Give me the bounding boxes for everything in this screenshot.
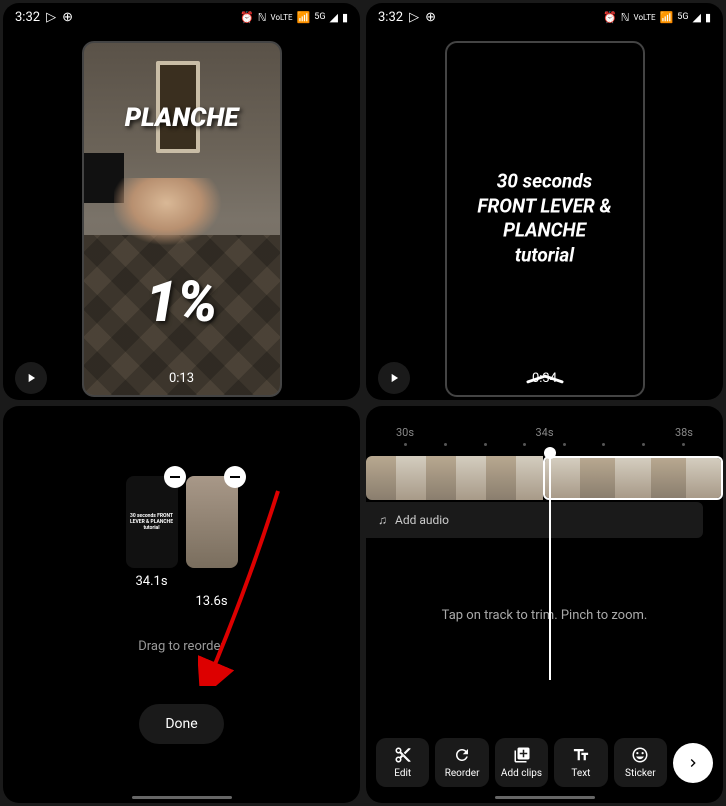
5g-icon: 5G	[314, 12, 325, 22]
battery-icon: ▮	[705, 11, 711, 24]
home-indicator[interactable]	[495, 796, 595, 799]
preview-container: 30 seconds FRONT LEVER & PLANCHE tutoria…	[366, 31, 723, 400]
status-bar: 3:32 ▷ ⊕ ⏰ ℕ VoLTE 📶 5G ◢ ▮	[3, 3, 360, 31]
tutorial-title-overlay: 30 seconds FRONT LEVER & PLANCHE tutoria…	[447, 170, 643, 269]
text-icon	[572, 746, 590, 764]
nfc-icon: ℕ	[258, 11, 267, 24]
tool-label: Text	[571, 768, 590, 779]
download-icon: ⊕	[425, 10, 436, 25]
reorder-hint: Drag to reorder	[138, 639, 225, 654]
tool-label: Reorder	[445, 768, 480, 779]
toolbar: Edit Reorder Add clips Text Sticker	[366, 738, 723, 787]
video-title-overlay: PLANCHE	[84, 103, 280, 133]
play-store-icon: ▷	[409, 10, 419, 25]
ruler-mark: 30s	[396, 426, 414, 439]
ruler-mark: 38s	[675, 426, 693, 439]
reload-icon	[453, 746, 471, 764]
clip-thumbnail: 30 seconds FRONT LEVER & PLANCHE tutoria…	[126, 476, 178, 568]
preview-container: PLANCHE 1%	[3, 31, 360, 400]
volte-icon: VoLTE	[271, 13, 293, 22]
download-icon: ⊕	[62, 10, 73, 25]
add-audio-button[interactable]: ♫ Add audio	[366, 502, 703, 538]
status-time: 3:32	[15, 10, 40, 25]
status-bar: 3:32 ▷ ⊕ ⏰ ℕ VoLTE 📶 5G ◢ ▮	[366, 3, 723, 31]
clip-item[interactable]: 30 seconds FRONT LEVER & PLANCHE tutoria…	[126, 476, 178, 589]
status-time: 3:32	[378, 10, 403, 25]
remove-clip-button[interactable]	[224, 466, 246, 488]
tool-label: Edit	[394, 768, 411, 779]
edit-button[interactable]: Edit	[376, 738, 429, 787]
scene-person	[114, 178, 264, 278]
signal2-icon: ◢	[329, 11, 337, 24]
playback-bar: 0:13	[3, 362, 360, 394]
track-clip-1[interactable]	[366, 456, 543, 500]
signal-icon: 📶	[297, 11, 311, 24]
home-indicator[interactable]	[132, 796, 232, 799]
reorder-button[interactable]: Reorder	[435, 738, 488, 787]
5g-icon: 5G	[677, 12, 688, 22]
tool-label: Add clips	[501, 768, 542, 779]
signal2-icon: ◢	[692, 11, 700, 24]
play-button[interactable]	[378, 362, 410, 394]
battery-icon: ▮	[342, 11, 348, 24]
alarm-icon: ⏰	[240, 11, 254, 24]
done-button[interactable]: Done	[139, 704, 223, 744]
ruler-mark: 34s	[535, 426, 553, 439]
ruler-ticks	[366, 443, 723, 446]
playback-bar: 0:34	[366, 362, 723, 394]
add-clip-icon	[513, 746, 531, 764]
screen-preview-tutorial: 3:32 ▷ ⊕ ⏰ ℕ VoLTE 📶 5G ◢ ▮ 30 seconds F…	[366, 3, 723, 400]
play-store-icon: ▷	[46, 10, 56, 25]
timeline-ruler: 30s 34s 38s	[366, 426, 723, 439]
clip-item[interactable]: 13.6s	[186, 476, 238, 589]
video-track[interactable]	[366, 456, 723, 500]
chevron-right-icon	[685, 755, 701, 771]
play-icon	[24, 371, 38, 385]
track-clip-2-selected[interactable]	[543, 456, 723, 500]
nfc-icon: ℕ	[621, 11, 630, 24]
text-button[interactable]: Text	[554, 738, 607, 787]
scissors-icon	[394, 746, 412, 764]
play-icon	[387, 371, 401, 385]
clips-container: 30 seconds FRONT LEVER & PLANCHE tutoria…	[126, 476, 238, 589]
clip-duration: 13.6s	[195, 594, 227, 609]
add-audio-label: Add audio	[395, 513, 449, 527]
play-button[interactable]	[15, 362, 47, 394]
sticker-icon	[631, 746, 649, 764]
screen-editor: 30s 34s 38s ♫ Add audio Tap on track to …	[366, 406, 723, 803]
video-preview[interactable]: PLANCHE 1%	[82, 41, 282, 397]
clip-thumb-text: 30 seconds FRONT LEVER & PLANCHE tutoria…	[126, 509, 178, 535]
sticker-button[interactable]: Sticker	[614, 738, 667, 787]
volte-icon: VoLTE	[634, 13, 656, 22]
screen-reorder: 30 seconds FRONT LEVER & PLANCHE tutoria…	[3, 406, 360, 803]
signal-icon: 📶	[660, 11, 674, 24]
add-clips-button[interactable]: Add clips	[495, 738, 548, 787]
remove-clip-button[interactable]	[164, 466, 186, 488]
screen-preview-planche: 3:32 ▷ ⊕ ⏰ ℕ VoLTE 📶 5G ◢ ▮ PLANCHE 1% 0…	[3, 3, 360, 400]
video-timestamp: 0:13	[47, 371, 316, 386]
music-note-icon: ♫	[378, 513, 387, 527]
clip-duration: 34.1s	[135, 574, 167, 589]
playhead[interactable]	[549, 448, 551, 680]
tool-label: Sticker	[625, 768, 656, 779]
next-button[interactable]	[673, 743, 713, 783]
clip-thumbnail	[186, 476, 238, 568]
video-percent-overlay: 1%	[84, 269, 280, 335]
video-preview[interactable]: 30 seconds FRONT LEVER & PLANCHE tutoria…	[445, 41, 645, 397]
video-timestamp: 0:34	[410, 371, 679, 386]
editor-hint: Tap on track to trim. Pinch to zoom.	[366, 608, 723, 623]
alarm-icon: ⏰	[603, 11, 617, 24]
